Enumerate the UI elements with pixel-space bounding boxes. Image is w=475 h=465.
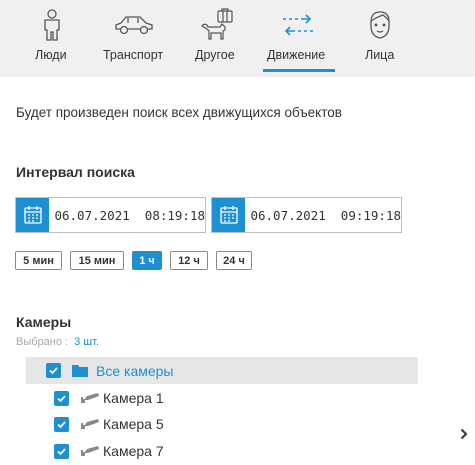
quick-range-5min[interactable]: 5 мин <box>15 251 62 270</box>
camera-icon <box>79 444 99 458</box>
search-description: Будет произведен поиск всех движущихся о… <box>16 105 342 120</box>
selected-label: Выбрано : <box>16 336 69 348</box>
camera-row[interactable]: Камера 5 <box>54 412 164 436</box>
camera-row[interactable]: Камера 7 <box>54 439 164 463</box>
camera-checkbox[interactable] <box>54 443 69 459</box>
tab-people[interactable]: Люди <box>22 0 82 77</box>
tab-other[interactable]: Другое <box>186 0 246 77</box>
tab-transport[interactable]: Транспорт <box>98 0 170 77</box>
tree-item-all-cameras[interactable]: Все камеры <box>26 357 418 384</box>
tab-label: Движение <box>267 48 326 62</box>
camera-row[interactable]: Камера 1 <box>54 386 164 410</box>
car-icon <box>114 8 154 42</box>
calendar-icon[interactable] <box>212 198 246 232</box>
interval-title: Интервал поиска <box>16 164 135 180</box>
folder-icon <box>72 364 88 377</box>
tab-motion[interactable]: Движение <box>263 0 335 77</box>
date-from-value: 06.07.2021 08:19:18 <box>54 207 205 223</box>
tab-label: Лица <box>365 48 395 62</box>
camera-label: Камера 1 <box>103 390 164 406</box>
quick-range-12h[interactable]: 12 ч <box>170 251 208 270</box>
camera-icon <box>79 391 99 405</box>
camera-icon <box>79 417 99 431</box>
tab-faces[interactable]: Лица <box>352 0 408 77</box>
chevron-right-icon[interactable] <box>458 426 470 442</box>
quick-range-1h[interactable]: 1 ч <box>132 251 162 270</box>
all-cameras-checkbox[interactable] <box>46 363 61 378</box>
tab-label: Другое <box>195 48 235 62</box>
date-to-value: 06.07.2021 09:19:18 <box>250 207 401 223</box>
quick-range-24h[interactable]: 24 ч <box>216 251 252 270</box>
camera-label: Камера 5 <box>103 416 164 432</box>
active-tab-indicator <box>263 69 335 72</box>
person-icon <box>40 8 64 42</box>
all-cameras-label: Все камеры <box>96 362 174 379</box>
motion-arrows-icon <box>281 8 315 42</box>
camera-label: Камера 7 <box>103 443 164 459</box>
selected-count[interactable]: 3 шт. <box>74 336 99 348</box>
quick-range-15min[interactable]: 15 мин <box>70 251 124 270</box>
camera-checkbox[interactable] <box>54 390 69 406</box>
cameras-title: Камеры <box>16 314 72 330</box>
camera-checkbox[interactable] <box>54 416 69 432</box>
tab-label: Транспорт <box>103 48 164 62</box>
selected-count-line: Выбрано : 3 шт. <box>16 336 99 348</box>
date-from-field[interactable]: 06.07.2021 08:19:18 <box>15 197 206 233</box>
face-icon <box>367 8 393 42</box>
calendar-icon[interactable] <box>16 198 50 232</box>
category-tabbar: Люди Транспорт Другое Движение Лица <box>0 0 475 77</box>
dog-suitcase-icon <box>198 8 236 42</box>
tab-label: Люди <box>35 48 67 62</box>
date-to-field[interactable]: 06.07.2021 09:19:18 <box>211 197 402 233</box>
